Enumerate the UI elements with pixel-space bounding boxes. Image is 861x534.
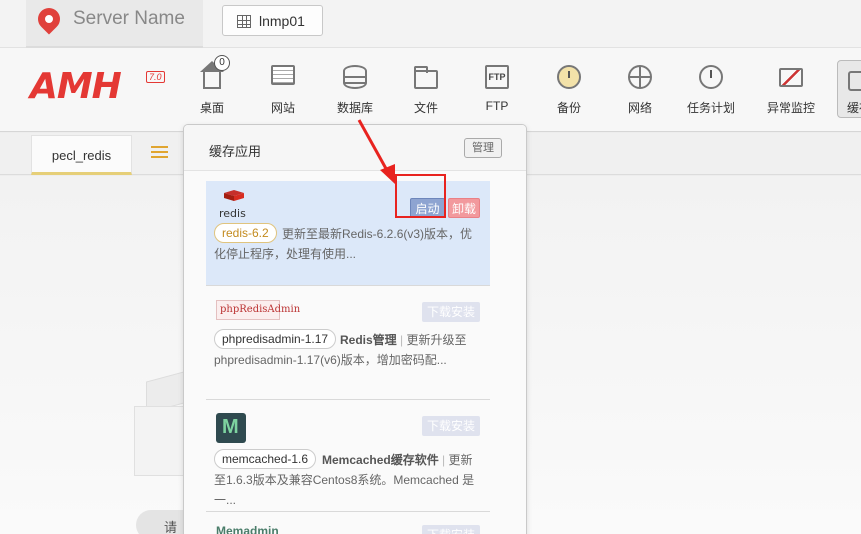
nav-item-ftp[interactable]: FTP FTP: [467, 48, 527, 132]
download-install-button[interactable]: 下载安装: [422, 302, 480, 322]
location-pin-icon: [33, 3, 65, 35]
host-tab-label: lnmp01: [259, 13, 305, 29]
database-icon: [343, 65, 367, 89]
monitor-icon: [271, 65, 295, 85]
app-description: 更新至最新Redis-6.2.6(v3)版本，优化停止程序，处理有使用...: [214, 227, 473, 261]
nav-item-label: 文件: [413, 101, 438, 115]
download-install-button[interactable]: 下载安装: [422, 416, 480, 436]
nav-item-label: 备份: [556, 101, 581, 115]
phpredisadmin-logo: phpRedisAdmin: [216, 300, 300, 320]
nav-item-label: 缓存: [847, 101, 861, 115]
ftp-icon: FTP: [485, 65, 509, 89]
menu-icon[interactable]: [151, 146, 168, 159]
home-icon: [200, 61, 224, 89]
nav-item-label: 数据库: [336, 101, 373, 115]
task-clock-icon: [699, 65, 723, 89]
app-item-memadmin: Memadmin 下载安装: [206, 513, 490, 534]
backup-clock-icon: [557, 65, 581, 89]
nav-item-backup[interactable]: 备份: [539, 48, 599, 132]
app-item-redis: redis 启动 卸载 redis-6.2 更新至最新Redis-6.2.6(v…: [206, 181, 490, 286]
nav-item-label: 异常监控: [766, 101, 815, 115]
memcached-logo: M: [216, 413, 246, 443]
app-description: Memcached缓存软件 | 更新至1.6.3版本及兼容Centos8系统。M…: [214, 453, 475, 507]
pulse-monitor-icon: [779, 68, 803, 87]
redis-logo-text: redis: [219, 207, 246, 219]
app-item-memcached: M 下载安装 memcached-1.6 Memcached缓存软件 | 更新至…: [206, 401, 490, 512]
uninstall-button[interactable]: 卸载: [448, 198, 480, 218]
nav-item-files[interactable]: 文件: [396, 48, 456, 132]
globe-icon: [628, 65, 652, 89]
server-selector[interactable]: Server Name: [26, 0, 203, 48]
nav-item-tasks[interactable]: 任务计划: [681, 48, 741, 132]
manage-button[interactable]: 管理: [464, 138, 502, 158]
main-nav: AMH 7.0 0 桌面 网站 数据库 文件 FTP FTP 备份 网络 任务计…: [0, 48, 861, 132]
memadmin-logo: Memadmin: [216, 524, 279, 534]
nav-item-label: 任务计划: [686, 101, 735, 115]
notification-badge: 0: [214, 55, 230, 71]
nav-item-label: FTP: [485, 99, 509, 113]
nav-item-websites[interactable]: 网站: [253, 48, 313, 132]
nav-item-cache[interactable]: 缓存: [837, 60, 861, 118]
app-description: Redis管理 | 更新升级至phpredisadmin-1.17(v6)版本，…: [214, 333, 467, 367]
annotation-highlight-box: [395, 174, 446, 218]
redis-logo: redis: [216, 189, 256, 224]
nav-item-label: 网络: [627, 101, 652, 115]
popup-title: 缓存应用: [209, 144, 262, 159]
app-category: Redis管理: [340, 333, 397, 347]
cache-icon: [848, 71, 861, 91]
folder-icon: [414, 66, 438, 89]
app-category: Memcached缓存软件: [322, 453, 439, 467]
tab-label: pecl_redis: [51, 148, 112, 163]
nav-item-network[interactable]: 网络: [610, 48, 670, 132]
app-item-phpredisadmin: phpRedisAdmin 下载安装 phpredisadmin-1.17 Re…: [206, 287, 490, 400]
logo-version: 7.0: [146, 71, 165, 83]
empty-box-illustration: [128, 356, 188, 476]
nav-item-monitor[interactable]: 异常监控: [761, 48, 821, 132]
nav-item-label: 桌面: [199, 101, 224, 115]
tab-pecl-redis[interactable]: pecl_redis: [31, 135, 132, 175]
amh-logo: AMH: [30, 66, 122, 107]
download-install-button[interactable]: 下载安装: [422, 525, 480, 534]
grid-icon: [237, 15, 251, 28]
top-bar: Server Name lnmp01: [0, 0, 861, 48]
nav-item-desktop[interactable]: 0 桌面: [182, 48, 242, 132]
server-name: Server Name: [73, 8, 185, 29]
nav-item-label: 网站: [270, 101, 295, 115]
host-tab-lnmp01[interactable]: lnmp01: [222, 5, 323, 36]
